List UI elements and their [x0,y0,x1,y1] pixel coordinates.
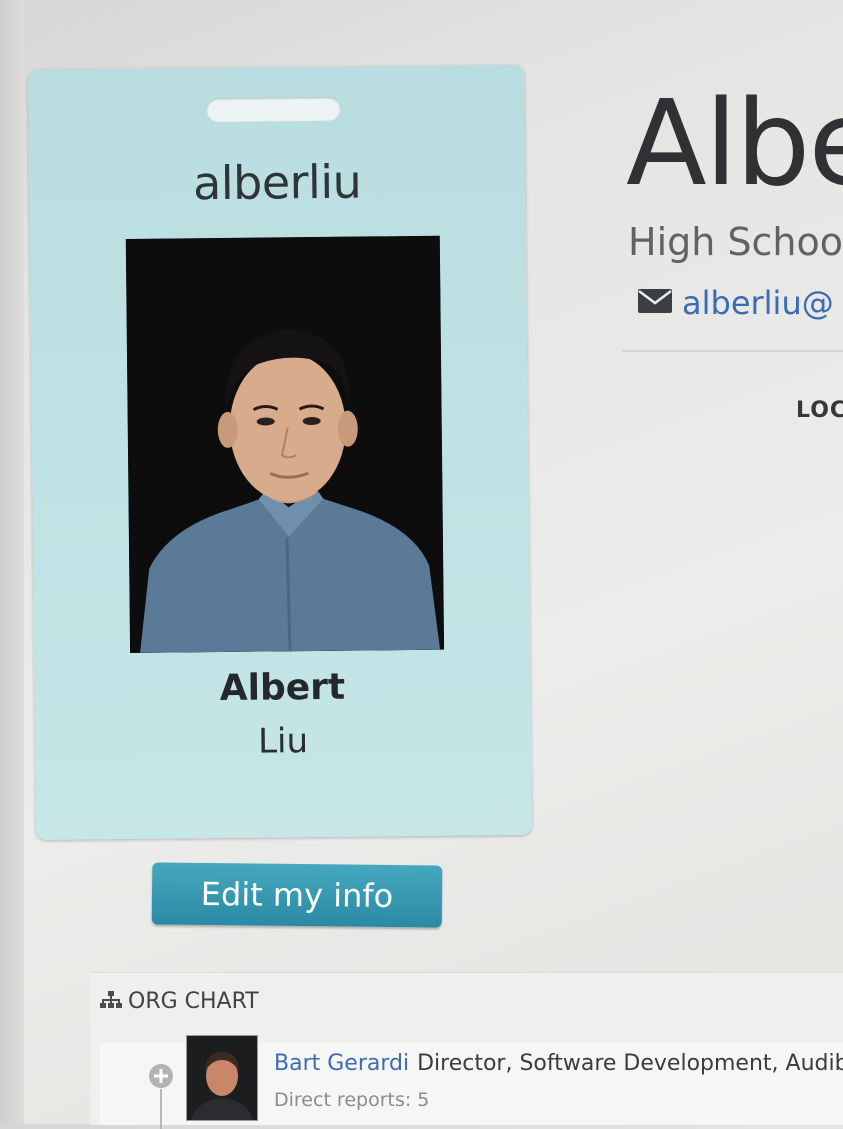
mail-icon [638,289,672,313]
manager-direct-reports: Direct reports: 5 [274,1089,430,1111]
manager-name-link[interactable]: Bart Gerardi [274,1051,409,1076]
org-chart-icon [100,991,122,1008]
id-badge: alberliu Albert Liu [28,64,533,840]
edit-my-info-button[interactable]: Edit my info [151,862,443,928]
profile-job-title: High Schoo [628,220,843,264]
badge-first-name: Albert [219,666,346,710]
badge-last-name: Liu [257,721,309,762]
org-chart-title: ORG CHART [128,989,259,1014]
profile-email-row: alberliu@ [638,282,834,322]
manager-avatar-image [187,1036,257,1120]
manager-role: Director, Software Development, Audib [417,1051,843,1076]
header-divider [622,350,843,352]
plus-circle-icon[interactable] [148,1063,174,1089]
org-chart-body: Bart Gerardi Director, Software Developme… [100,1035,843,1129]
manager-avatar[interactable] [186,1035,258,1121]
profile-display-name: Albe [626,74,843,212]
profile-page: alberliu Albert Liu Edit my info Alb Hig… [0,0,843,1129]
profile-photo [125,235,445,653]
org-chart-header: ORG CHART [100,989,259,1014]
org-tree-connector [160,1089,162,1129]
badge-lanyard-slot [206,96,341,123]
profile-email-link[interactable]: alberliu@ [682,284,834,322]
badge-username: alberliu [192,154,362,211]
profile-photo-image [125,235,445,653]
manager-info: Bart Gerardi Director, Software Developme… [274,1051,843,1076]
org-chart-panel: ORG CHART Bart Gerardi Director, Software… [90,972,843,1129]
location-section-heading: LOC [796,398,843,423]
